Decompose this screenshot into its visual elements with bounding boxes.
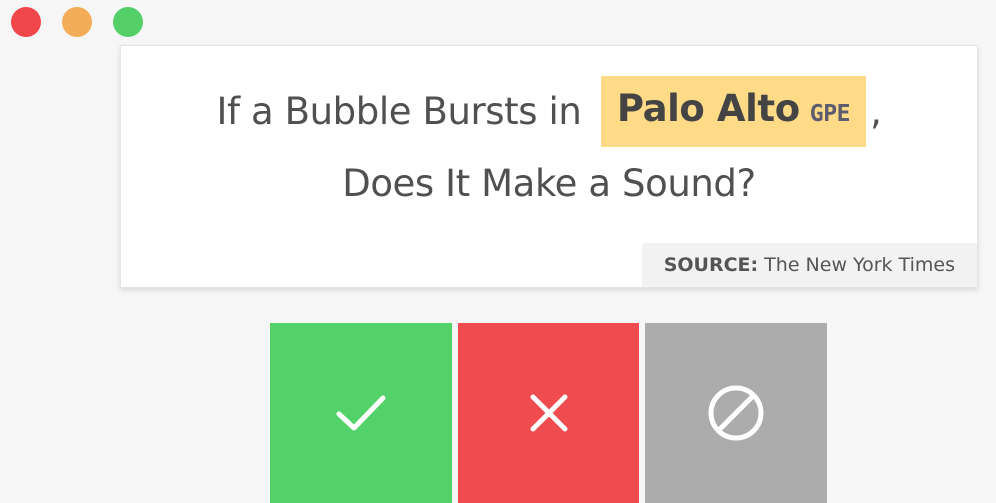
headline-comma: , xyxy=(870,90,882,133)
entity-span[interactable]: Palo Alto GPE xyxy=(600,76,867,147)
headline: If a Bubble Bursts in Palo Alto GPE, Does… xyxy=(121,76,977,220)
headline-text-before: If a Bubble Bursts in xyxy=(216,90,582,133)
entity-text: Palo Alto xyxy=(616,87,800,130)
ignore-button[interactable] xyxy=(645,323,827,503)
reject-button[interactable] xyxy=(458,323,639,503)
no-entry-icon xyxy=(708,385,764,441)
accept-button[interactable] xyxy=(270,323,452,503)
source-label: SOURCE: xyxy=(663,254,759,276)
checkmark-icon xyxy=(336,395,386,431)
annotation-card: If a Bubble Bursts in Palo Alto GPE, Does… xyxy=(120,45,978,288)
headline-line-1: If a Bubble Bursts in Palo Alto GPE, xyxy=(121,76,977,148)
entity-label: GPE xyxy=(809,101,851,127)
source-box: SOURCE: The New York Times xyxy=(641,243,977,287)
cross-icon xyxy=(530,394,567,432)
window-close-button[interactable] xyxy=(11,7,41,37)
action-buttons xyxy=(270,323,827,503)
window-zoom-button[interactable] xyxy=(113,7,143,37)
source-value: The New York Times xyxy=(764,254,955,276)
window-minimize-button[interactable] xyxy=(62,7,92,37)
headline-line-2: Does It Make a Sound? xyxy=(342,162,756,205)
